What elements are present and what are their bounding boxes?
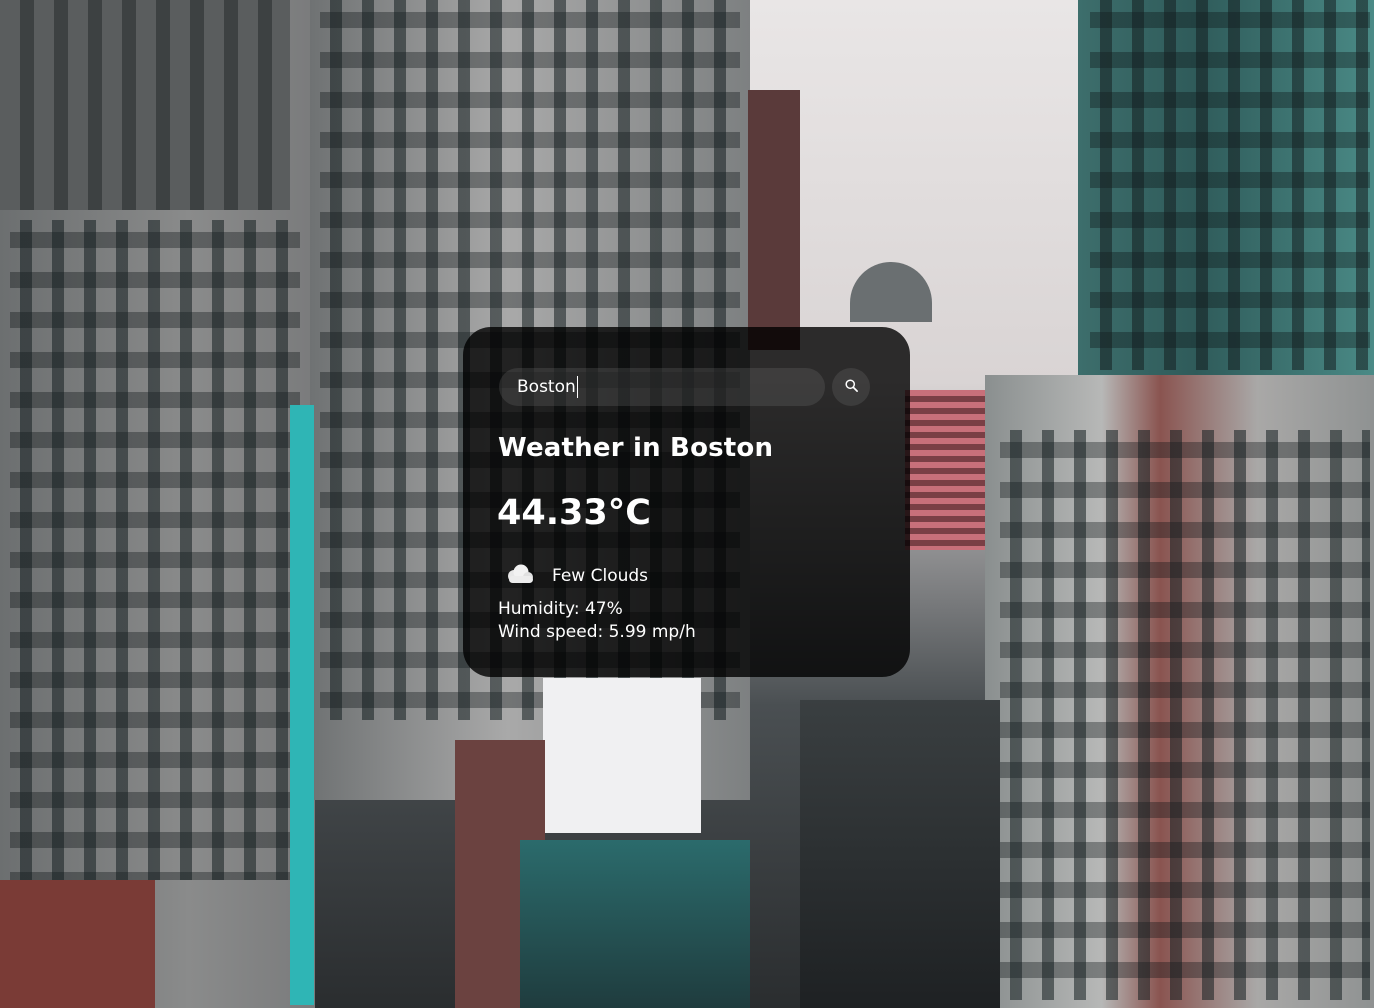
weather-card: Boston Weather in Boston 44.33°C Few Clo… [463,327,910,677]
search-input[interactable]: Boston [499,368,825,406]
background-pink-building [905,390,995,550]
wind-speed-text: Wind speed: 5.99 mp/h [498,622,696,642]
background-teal-sign [290,405,314,1005]
condition-description: Few Clouds [552,566,649,586]
cloud-icon [503,563,535,589]
text-cursor [576,376,578,398]
background-billboard [543,678,701,833]
background-windows-glass [1090,0,1370,370]
weather-condition: Few Clouds [503,563,648,589]
city-title: Weather in Boston [498,433,774,463]
search-button[interactable] [832,368,870,406]
background-street [800,700,1000,1008]
search-icon [844,378,859,397]
search-input-value: Boston [517,377,576,397]
background-red-building [0,880,155,1008]
background-arches [0,0,290,210]
background-windows-right [1000,430,1370,1000]
background-teal-roof [520,840,750,1008]
search-bar: Boston [499,368,870,406]
temperature: 44.33°C [497,493,651,533]
background-red-tower [748,90,800,350]
humidity-text: Humidity: 47% [498,599,623,619]
background-dome [850,262,932,322]
background-windows-left [10,220,300,880]
